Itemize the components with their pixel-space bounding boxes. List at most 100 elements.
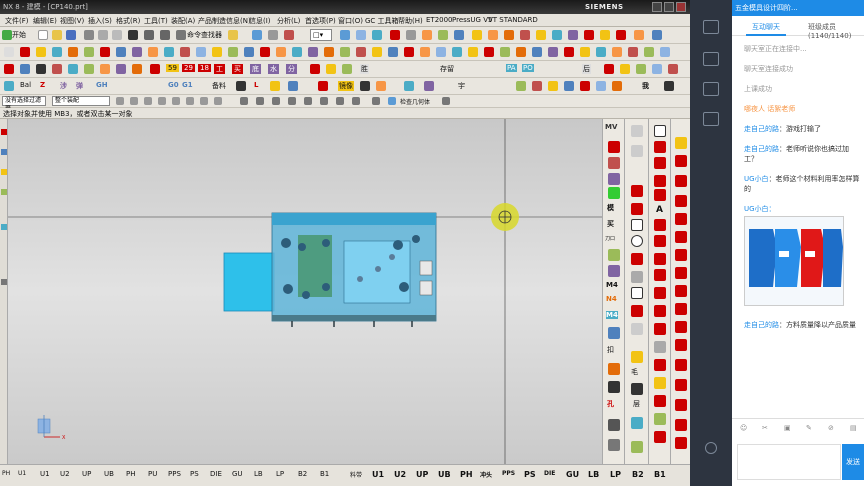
purple-part-icon[interactable] (608, 173, 620, 185)
grey-part-icon[interactable] (608, 419, 620, 431)
snap-point-icon[interactable] (186, 97, 194, 105)
curve-icon[interactable] (236, 81, 246, 91)
datum-icon[interactable] (324, 47, 334, 57)
bounded-plane-icon[interactable] (612, 47, 622, 57)
face-blend-icon[interactable] (660, 47, 670, 57)
orange-part-icon[interactable] (608, 363, 620, 375)
bottom-tab-r-u2[interactable]: U2 (394, 470, 406, 479)
tool-shui[interactable]: 水 (268, 64, 279, 74)
menu-vt-standard[interactable]: VT STANDARD (488, 16, 538, 24)
tool-po[interactable]: PO (522, 64, 534, 72)
chat-image[interactable] (744, 216, 844, 306)
replace-face-icon[interactable] (196, 47, 206, 57)
divide-icon[interactable] (484, 47, 494, 57)
louver-icon[interactable] (612, 81, 622, 91)
circle-tool-icon[interactable] (654, 157, 666, 169)
s-curve-icon[interactable] (631, 203, 643, 215)
trash-icon[interactable]: ▤ (850, 424, 857, 432)
tab-class-members[interactable]: 班级成员(1140/1140) (808, 22, 864, 40)
bottom-tab-ph2[interactable]: PH (126, 470, 136, 478)
zoom-icon[interactable] (268, 30, 278, 40)
snap-center-icon[interactable] (158, 97, 166, 105)
tool-z[interactable]: Z (40, 81, 45, 89)
curve-tool14-icon[interactable] (675, 379, 687, 391)
extend-tool-icon[interactable] (654, 269, 666, 281)
snap-intersect-icon[interactable] (200, 97, 208, 105)
menu-edit[interactable]: 编辑(E) (33, 16, 57, 26)
web-browser-icon[interactable] (1, 224, 7, 230)
command-finder-button[interactable]: 命令查找器 (187, 30, 222, 40)
tool-gh[interactable]: GH (96, 81, 108, 89)
curve-tool5-icon[interactable] (675, 213, 687, 225)
bottom-tab-r-ub[interactable]: UB (438, 470, 451, 479)
bottom-tab-gu[interactable]: GU (232, 470, 243, 478)
plane-icon[interactable] (288, 81, 298, 91)
bottom-tab-ph[interactable]: PH (2, 470, 10, 477)
revolve-icon[interactable] (454, 30, 464, 40)
tool-m4[interactable]: M4 (606, 281, 618, 289)
bottom-tab-r-pps[interactable]: PPS (502, 470, 515, 477)
tab-interactive-chat[interactable]: 互动聊天 (752, 22, 780, 32)
dimension-icon[interactable] (100, 64, 110, 74)
screen-share-icon[interactable] (703, 82, 719, 96)
tool-kou[interactable]: 扣 (607, 345, 614, 355)
dark-tool-icon[interactable] (360, 81, 370, 91)
menu-format[interactable]: 格式(R) (116, 16, 140, 26)
unite-icon[interactable] (584, 30, 594, 40)
warning-icon[interactable] (326, 64, 336, 74)
cut-icon[interactable] (84, 30, 94, 40)
trim-tool-icon[interactable] (654, 253, 666, 265)
render-style-select[interactable]: □▾ (310, 29, 332, 41)
bend-icon[interactable] (548, 81, 558, 91)
check-icon[interactable] (342, 64, 352, 74)
snap-quadrant-icon[interactable] (172, 97, 180, 105)
surface-icon[interactable] (500, 47, 510, 57)
bottom-tab-r-b1[interactable]: B1 (654, 470, 666, 479)
curve-tool11-icon[interactable] (675, 321, 687, 333)
more-snap-icon[interactable] (442, 97, 450, 105)
menu-file[interactable]: 文件(F) (5, 16, 29, 26)
assembly-icon[interactable] (52, 64, 62, 74)
point-tool-icon[interactable] (654, 323, 666, 335)
view-icon[interactable] (340, 30, 350, 40)
bottom-tab-r-die[interactable]: DIE (544, 470, 555, 477)
edge-snap-icon[interactable] (272, 97, 280, 105)
tool-n4[interactable]: N4 (606, 295, 617, 303)
angle-icon[interactable] (276, 47, 286, 57)
whiteboard-icon[interactable] (703, 20, 719, 34)
n-sided-icon[interactable] (628, 47, 638, 57)
red-tool-icon[interactable] (604, 64, 614, 74)
curve-tool15-icon[interactable] (675, 399, 687, 411)
grey-tool-icon[interactable] (608, 439, 620, 451)
check-geometry-button[interactable]: 检查几何体 (400, 97, 430, 106)
measure-icon[interactable] (244, 47, 254, 57)
delete-face-icon[interactable] (212, 47, 222, 57)
bottom-tab-lb[interactable]: LB (254, 470, 263, 478)
menu-pressug[interactable]: PressUG V5 (452, 16, 492, 24)
copy-icon[interactable] (98, 30, 108, 40)
table-icon[interactable] (132, 64, 142, 74)
extension-icon[interactable] (580, 47, 590, 57)
sheet-metal-icon[interactable] (516, 81, 526, 91)
intersect-icon[interactable] (616, 30, 626, 40)
polygon-icon[interactable] (631, 287, 643, 299)
document-icon[interactable] (703, 52, 719, 66)
polyline-tool-icon[interactable] (654, 189, 666, 201)
add-component-icon[interactable] (608, 187, 620, 199)
menu-analysis[interactable]: 分析(L) (277, 16, 300, 26)
bottom-tab-r-b2[interactable]: B2 (632, 470, 644, 479)
yellow-tool-icon[interactable] (620, 64, 630, 74)
sketch-icon[interactable] (422, 30, 432, 40)
trim-icon[interactable] (634, 30, 644, 40)
menu-pmi[interactable]: 产品制造信息(N) (198, 16, 251, 26)
bottom-tab-r-lb[interactable]: LB (588, 470, 599, 479)
arc-icon[interactable] (372, 47, 382, 57)
body-snap-icon[interactable] (320, 97, 328, 105)
tool-hou[interactable]: 后 (582, 64, 591, 74)
layer-icon[interactable] (390, 30, 400, 40)
offset-curve-icon[interactable] (436, 47, 446, 57)
mirror-icon[interactable] (116, 47, 126, 57)
intersect-curve-icon[interactable] (420, 47, 430, 57)
green-tool-icon[interactable] (636, 64, 646, 74)
tool-yu[interactable]: 宇 (458, 81, 465, 91)
